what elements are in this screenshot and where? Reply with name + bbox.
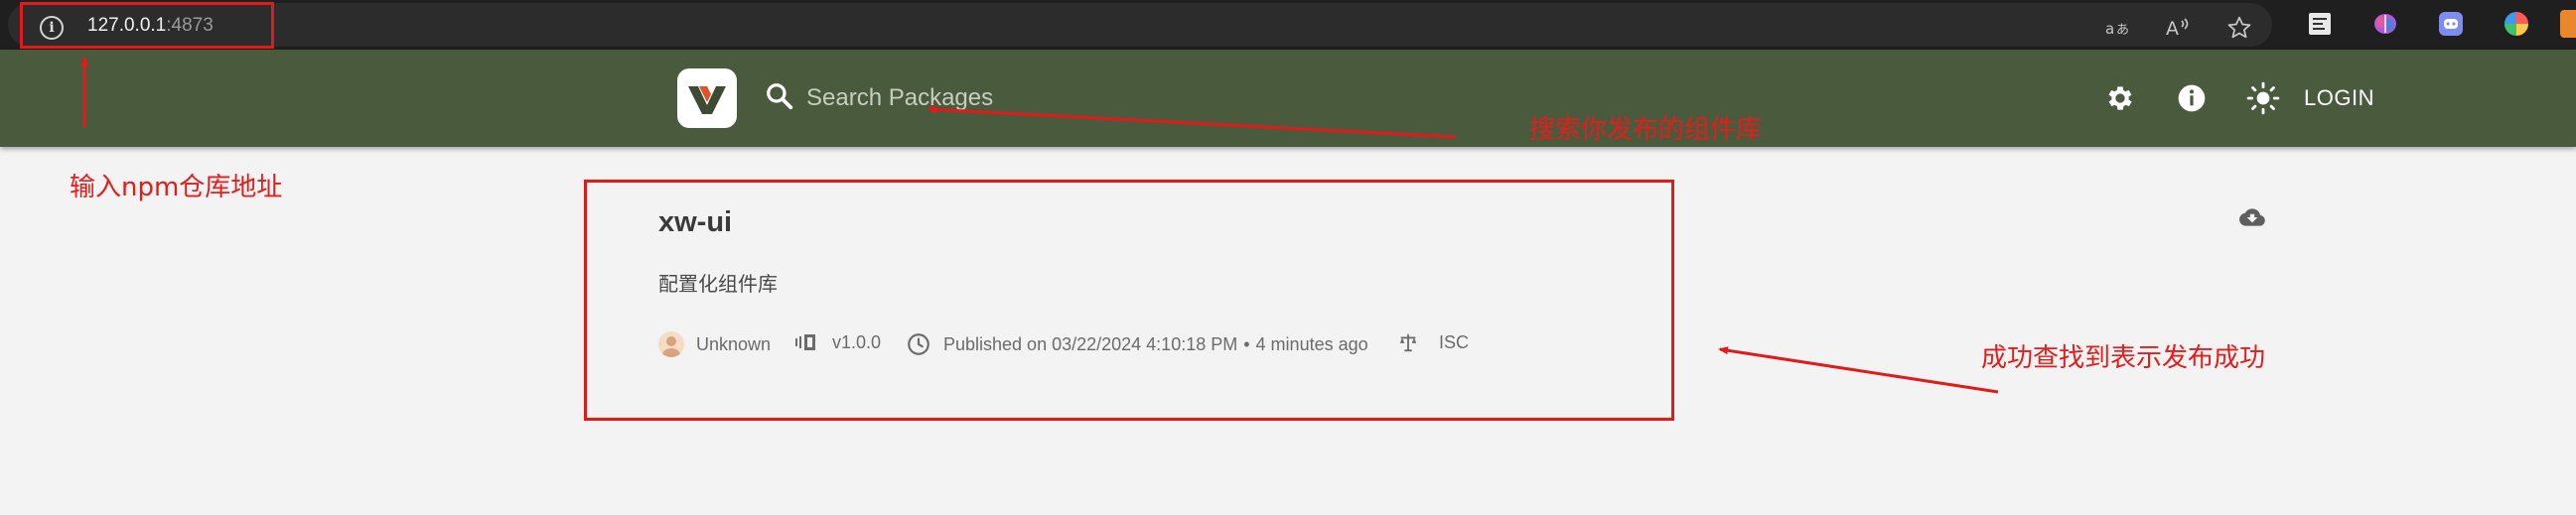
app-header: LOGIN	[0, 50, 2576, 147]
clock-icon	[908, 333, 930, 355]
package-card[interactable]	[584, 180, 1674, 421]
package-name-link[interactable]: xw-ui	[658, 206, 732, 239]
version-icon	[795, 334, 815, 350]
favorite-star-icon[interactable]	[2224, 13, 2254, 43]
arrow-to-result	[1718, 346, 1999, 394]
package-version: v1.0.0	[794, 331, 881, 353]
extension-overflow-icon[interactable]	[2560, 10, 2576, 38]
search-icon	[767, 83, 793, 110]
published-ago: 4 minutes ago	[1255, 333, 1368, 354]
package-published: Published on 03/22/2024 4:10:18 PM • 4 m…	[906, 331, 1368, 357]
author-avatar	[658, 331, 684, 357]
version-text: v1.0.0	[832, 331, 882, 352]
annotation-search-note: 搜索你发布的组件库	[1529, 115, 1763, 145]
svg-text:A: A	[2166, 18, 2179, 40]
translate-icon[interactable]: A	[2163, 13, 2193, 43]
package-license: ISC	[1397, 331, 1469, 353]
search-input[interactable]	[806, 79, 1402, 117]
annotation-result-note: 成功查找到表示发布成功	[1981, 343, 2266, 373]
meta-separator: •	[1243, 333, 1250, 354]
author-name: Unknown	[696, 333, 772, 354]
license-text: ISC	[1439, 331, 1470, 352]
package-author[interactable]: Unknown	[658, 331, 771, 357]
note-extension-icon[interactable]	[2306, 10, 2334, 38]
read-aloud-icon[interactable]: aあ	[2103, 13, 2133, 43]
login-button[interactable]: LOGIN	[2304, 79, 2374, 117]
info-icon[interactable]	[2175, 81, 2209, 115]
verdaccio-logo[interactable]	[677, 68, 737, 128]
package-description: 配置化组件库	[658, 272, 778, 296]
cloud-download-icon[interactable]	[2239, 204, 2265, 230]
svg-text:a: a	[2105, 20, 2114, 38]
browser-toolbar: i 127.0.0.1:4873 aあ A	[0, 0, 2576, 50]
license-scale-icon	[1399, 333, 1417, 352]
brain-extension-icon[interactable]	[2371, 10, 2399, 38]
svg-text:あ: あ	[2116, 23, 2129, 38]
color-extension-icon[interactable]	[2503, 10, 2530, 38]
published-date: Published on 03/22/2024 4:10:18 PM	[943, 333, 1238, 354]
annotation-url-note: 输入npm仓库地址	[70, 173, 283, 202]
theme-toggle-icon[interactable]	[2246, 81, 2280, 115]
address-bar[interactable]: i 127.0.0.1:4873 aあ A	[8, 3, 2272, 47]
settings-gear-icon[interactable]	[2103, 81, 2137, 115]
url-text[interactable]: 127.0.0.1:4873	[87, 15, 214, 37]
site-info-icon[interactable]: i	[40, 16, 64, 40]
discord-extension-icon[interactable]	[2437, 10, 2465, 38]
